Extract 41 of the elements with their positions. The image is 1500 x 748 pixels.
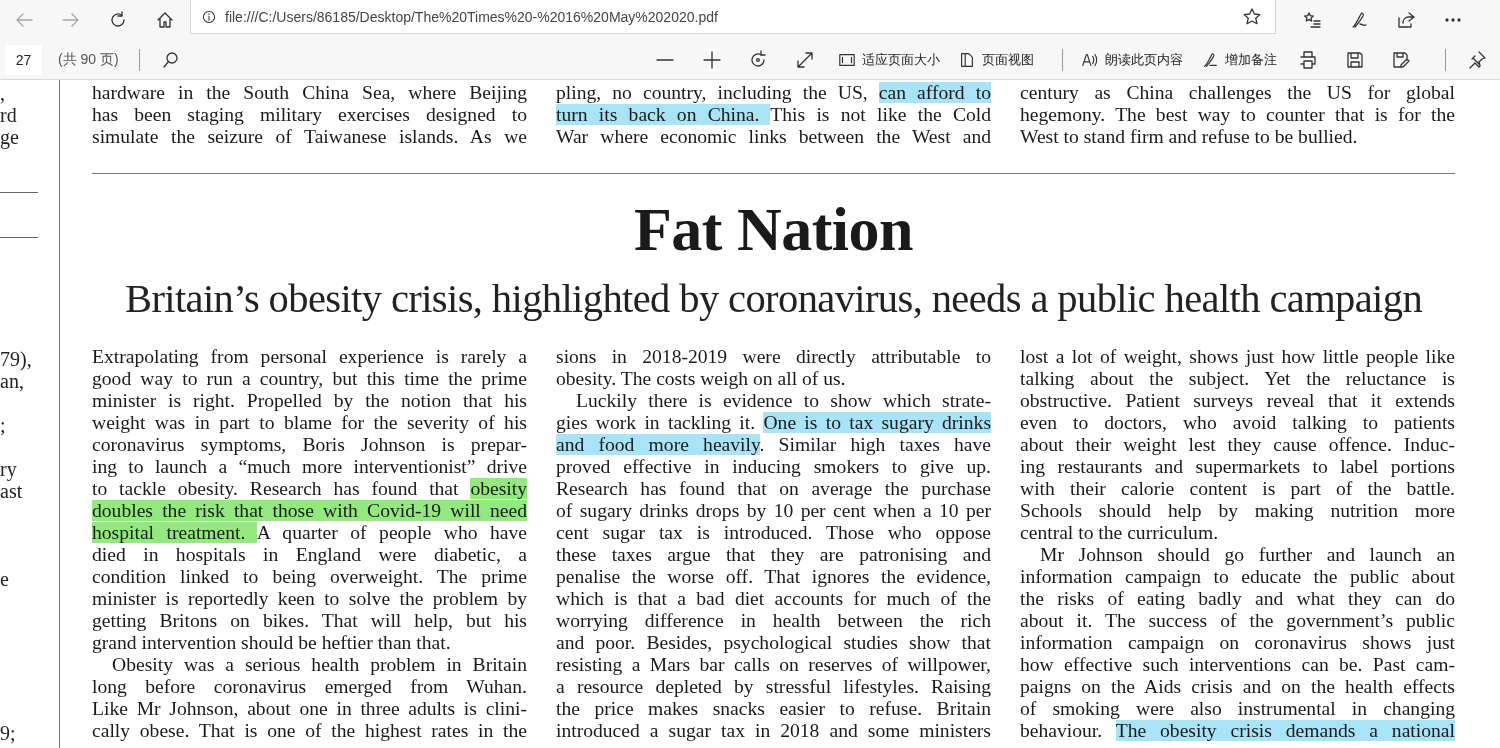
text-fragment: ; xyxy=(0,414,7,436)
expand-arrow-icon xyxy=(794,49,815,70)
text-fragment: 79), xyxy=(0,348,33,370)
minus-icon xyxy=(656,57,675,62)
more-icon xyxy=(1443,18,1462,22)
headline: Fat Nation xyxy=(632,194,915,264)
pen-icon xyxy=(1201,50,1219,69)
text-fragment: ge xyxy=(0,126,20,148)
floppy-pen-icon xyxy=(1391,49,1412,70)
subheadline: Britain’s obesity crisis, highlighted by coronavirus, needs a public health campaign xyxy=(123,275,1424,323)
star-list-icon xyxy=(1301,10,1322,30)
address-field[interactable]: file:///C:/Users/86185/Desktop/The%20Times%20-%2016%20May%202020.pdf xyxy=(190,0,1276,34)
paragraph: Mr Johnson should go further and launch an information campaign to educate the public about the risks of eating badly and what they can do about it. The success of the government’s public information campaign on coronavirus shows just how effective such interventions can be. Past cam- paigns on the Aids crisis and on the health effects of smoking were also instrumental in changing behaviour. The obesity crisis demands a national xyxy=(1020,544,1455,742)
info-icon xyxy=(201,8,217,25)
text-fragment: ry xyxy=(0,458,18,480)
text-fragment: , xyxy=(0,82,6,104)
text-fragment: rd xyxy=(0,104,18,126)
text-fragment: e xyxy=(0,568,10,590)
paragraph: century as China challenges the US for global hegemony. The best way to counter that is for the West to stand firm and refuse to be bullied. xyxy=(1020,82,1455,148)
plus-icon xyxy=(701,49,722,70)
url-text: file:///C:/Users/86185/Desktop/The%20Times%20-%2016%20May%202020.pdf xyxy=(225,8,718,25)
text-fragment: ast xyxy=(0,480,24,502)
fit-page-button[interactable]: 适应页面大小 xyxy=(828,42,948,77)
read-aloud-button[interactable]: 朗读此页内容 xyxy=(1071,42,1191,77)
paragraph: Obesity was a serious health problem in Britain long before coronavirus emerged from Wuhan. Like Mr Johnson, about one in three adults is clini- cally obese. That is one of the highest rates in the xyxy=(92,654,527,742)
add-note-button[interactable]: 增加备注 xyxy=(1191,42,1285,77)
page-view-icon xyxy=(958,50,976,69)
printer-icon xyxy=(1298,49,1319,70)
paragraph: pling, no country, including the US, can afford to turn its back on China. This is not like the Cold War where economic links between the West and xyxy=(556,82,991,148)
paragraph: lost a lot of weight, shows just how little people like talking about the subject. Yet the reluctance is obstructive. Patient surveys reveal that it extends even to doctors, who avoid talking to patients about their weight lest they cause offence. Induc- ing restaurants and supermarkets to label portions with their calorie content is part of the battle. Schools should help by making nutrition more central to the curriculum. xyxy=(1020,346,1455,544)
text-fragment: 9; xyxy=(0,722,17,744)
page-number-field[interactable]: 27 xyxy=(5,44,42,75)
paragraph: Extrapolating from personal experience is rarely a good way to run a country, but this time the prime minister is right. Propelled by the notion that his weight was in part to blame for the severity of his coronavirus symptoms, Boris Johnson is prepar- ing to launch a “much more interventionist” drive to tackle obesity. Research has found that obesity doubles the risk that those with Covid-19 will need hospital treatment. A quarter of people who have died in hospitals in England were diabetic, a condition linked to being overweight. The prime minister is reportedly keen to solve the problem by getting Britons on bikes. That will help, but his grand intervention should be heftier than that. xyxy=(92,346,527,654)
star-icon xyxy=(1241,6,1262,27)
share-arrow-icon xyxy=(1395,10,1416,30)
text-fragment: an, xyxy=(0,370,25,392)
paragraph: Luckily there is evidence to show which strate- gies work in tackling it. One is to tax sugary drinks and food more heavily. Similar high taxes have proved effective in inducing smokers to give up. Research has found that on average the purchase of sugary drinks drops by 10 per cent when a 10 per cent sugar tax is introduced. Those who oppose these taxes argue that they are patronising and penalise the worse off. That ignores the evidence, which is that a bad diet accounts for much of the worrying difference in health between the rich and poor. Besides, psychological studies show that resisting a Mars bar calls on reserves of willpower, a resource depleted by stressful lifestyles. Raising the price makes snacks easier to refuse. Britain introduced a sugar tax in 2018 and some ministers xyxy=(556,390,991,742)
page-count: (共 90 页) xyxy=(58,50,119,69)
paragraph: sions in 2018-2019 were directly attributable to obesity. The costs weigh on all of us. xyxy=(556,346,991,390)
paragraph: hardware in the South China Sea, where Beijing has been staging military exercises designed to simulate the seizure of Taiwanese islands. As we xyxy=(92,82,527,148)
page-view-button[interactable]: 页面视图 xyxy=(948,42,1042,77)
